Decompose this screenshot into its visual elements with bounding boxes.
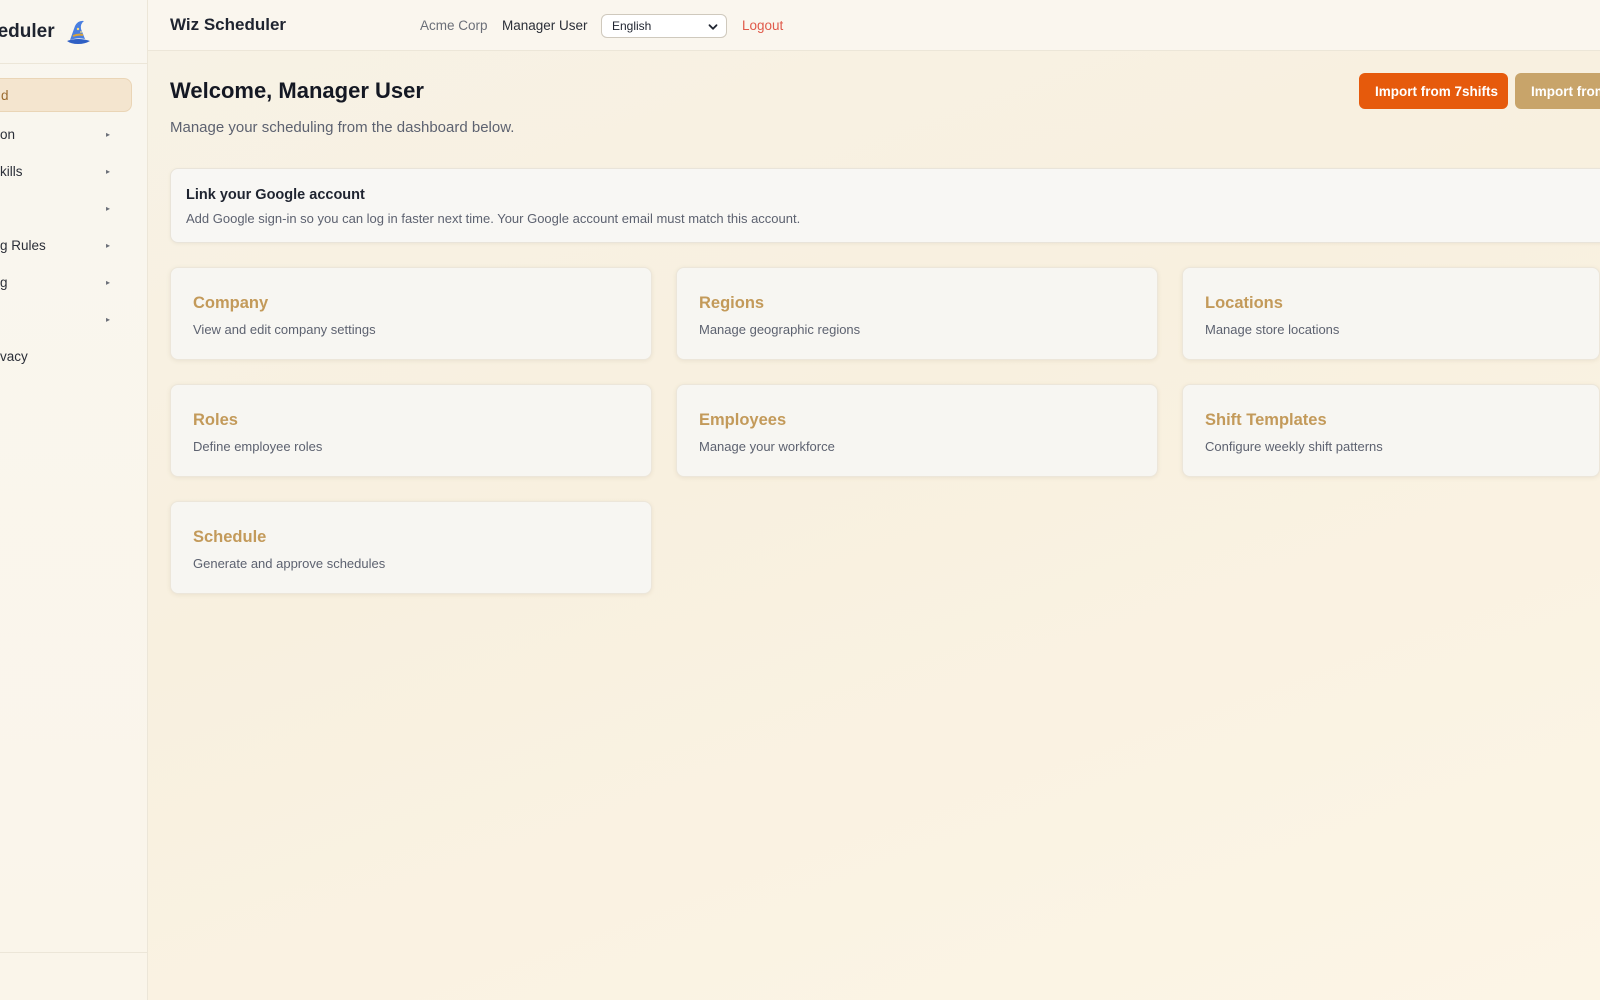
sidebar-item-label: g [0, 274, 8, 290]
card-title: Regions [699, 294, 765, 312]
page-title: Welcome, Manager User [170, 78, 424, 103]
card-company[interactable]: Company View and edit company settings [170, 267, 652, 360]
brand-name: heduler [0, 21, 55, 42]
sidebar-item-privacy[interactable]: vacy [0, 339, 132, 373]
chevron-right-icon: ▸ [105, 314, 110, 324]
card-title: Company [193, 294, 269, 312]
sidebar-item-label: kills [0, 163, 23, 179]
card-desc: Manage store locations [1205, 322, 1340, 337]
card-regions[interactable]: Regions Manage geographic regions [676, 267, 1158, 360]
card-title: Employees [699, 411, 787, 429]
import-7shifts-button[interactable]: Import from 7shifts [1359, 73, 1508, 109]
main-content: Welcome, Manager User Manage your schedu… [148, 51, 1600, 1000]
wizard-hat-icon [63, 17, 93, 47]
card-title: Schedule [193, 528, 267, 546]
card-title: Shift Templates [1205, 411, 1327, 429]
sidebar-item-7[interactable]: ▸ [0, 302, 132, 336]
card-desc: View and edit company settings [193, 322, 376, 337]
user-name: Manager User [502, 18, 588, 33]
sidebar-item-organization[interactable]: on ▸ [0, 117, 132, 151]
sidebar-item-label: vacy [0, 348, 28, 364]
card-roles[interactable]: Roles Define employee roles [170, 384, 652, 477]
chevron-right-icon: ▸ [105, 203, 110, 213]
import-other-button[interactable]: Import from [1515, 73, 1600, 109]
card-locations[interactable]: Locations Manage store locations [1182, 267, 1600, 360]
card-desc: Define employee roles [193, 439, 323, 454]
sidebar-divider [0, 63, 147, 64]
app-title: Wiz Scheduler [170, 15, 287, 34]
sidebar-brand[interactable]: heduler [0, 16, 93, 48]
language-select[interactable]: English [601, 14, 727, 38]
chevron-right-icon: ▸ [105, 240, 110, 250]
page-subtitle: Manage your scheduling from the dashboar… [170, 119, 515, 136]
sidebar-footer-divider [0, 952, 147, 953]
card-title: Roles [193, 411, 238, 429]
card-title: Locations [1205, 294, 1283, 312]
card-desc: Configure weekly shift patterns [1205, 439, 1383, 454]
sidebar-item-label: on [0, 126, 16, 142]
chevron-down-icon [708, 21, 718, 31]
card-shift-templates[interactable]: Shift Templates Configure weekly shift p… [1182, 384, 1600, 477]
logout-link[interactable]: Logout [742, 18, 783, 33]
sidebar-item-label: g Rules [0, 237, 46, 253]
language-select-value: English [612, 19, 652, 33]
card-desc: Manage geographic regions [699, 322, 861, 337]
chevron-right-icon: ▸ [105, 277, 110, 287]
sidebar-item-4[interactable]: ▸ [0, 191, 132, 225]
sidebar-item-label: d [1, 87, 9, 103]
google-link-card[interactable]: Link your Google account Add Google sign… [170, 168, 1600, 243]
card-schedule[interactable]: Schedule Generate and approve schedules [170, 501, 652, 594]
sidebar-item-6[interactable]: g ▸ [0, 265, 132, 299]
sidebar-item-scheduling-rules[interactable]: g Rules ▸ [0, 228, 132, 262]
chevron-right-icon: ▸ [105, 129, 110, 139]
card-desc: Generate and approve schedules [193, 556, 386, 571]
chevron-right-icon: ▸ [105, 166, 110, 176]
card-employees[interactable]: Employees Manage your workforce [676, 384, 1158, 477]
sidebar: heduler d on ▸ kills ▸ ▸ [0, 0, 148, 1000]
card-desc: Manage your workforce [699, 439, 835, 454]
sidebar-item-dashboard[interactable]: d [0, 78, 132, 112]
google-card-title: Link your Google account [186, 187, 365, 203]
company-name: Acme Corp [420, 18, 488, 33]
google-card-desc: Add Google sign-in so you can log in fas… [186, 211, 801, 226]
sidebar-item-skills[interactable]: kills ▸ [0, 154, 132, 188]
app-root: heduler d on ▸ kills ▸ ▸ [0, 0, 1600, 1000]
top-bar: Wiz Scheduler Acme Corp Manager User Eng… [148, 0, 1600, 51]
